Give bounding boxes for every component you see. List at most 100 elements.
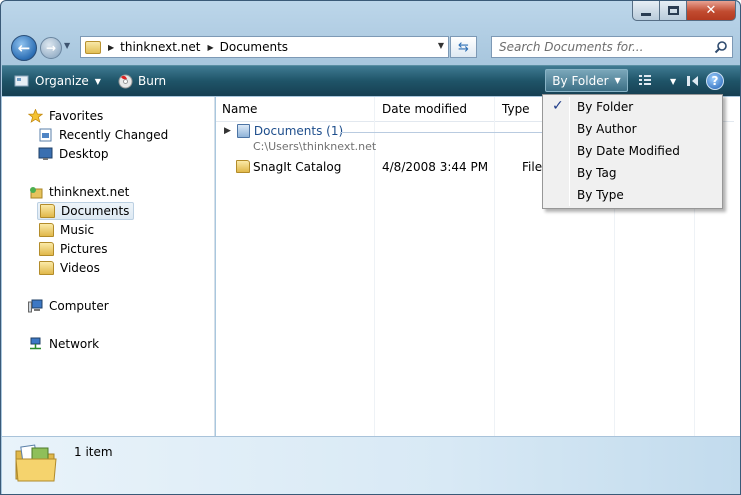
- title-bar: ✕: [1, 1, 740, 29]
- search-icon[interactable]: [714, 40, 728, 54]
- nav-desktop-label: Desktop: [59, 147, 109, 161]
- close-button[interactable]: ✕: [686, 1, 736, 21]
- organize-icon: [14, 75, 29, 87]
- menu-item-by-folder[interactable]: ✓ By Folder: [545, 96, 720, 118]
- nav-pictures-label: Pictures: [60, 242, 108, 256]
- folder-icon: [85, 40, 101, 54]
- nav-pictures[interactable]: Pictures: [39, 240, 108, 258]
- organize-button[interactable]: Organize ▼: [8, 70, 107, 92]
- nav-documents-label: Documents: [61, 204, 130, 218]
- computer-icon: [28, 299, 43, 313]
- column-divider: [494, 97, 495, 436]
- row-date-modified: 4/8/2008 3:44 PM: [382, 160, 489, 174]
- music-folder-icon: [39, 223, 54, 237]
- breadcrumb-user[interactable]: thinknext.net: [120, 40, 200, 54]
- documents-folder-icon: [40, 204, 55, 218]
- search-box[interactable]: [491, 36, 733, 58]
- burn-label: Burn: [138, 74, 167, 88]
- minimize-icon: [641, 13, 651, 16]
- nav-desktop[interactable]: Desktop: [38, 145, 109, 163]
- explorer-window: ✕ ← → ▼ ▶ thinknext.net ▶ Documents ▼ ⇆ …: [0, 0, 741, 495]
- recent-pages-dropdown[interactable]: ▼: [64, 41, 70, 50]
- nav-user-folder[interactable]: thinknext.net: [28, 183, 129, 201]
- menu-item-label: By Type: [577, 188, 624, 202]
- nav-recently-changed-label: Recently Changed: [59, 128, 169, 142]
- address-dropdown-icon[interactable]: ▼: [438, 41, 444, 50]
- back-arrow-icon: ←: [17, 39, 31, 57]
- views-dropdown[interactable]: ▼: [658, 70, 682, 92]
- network-icon: [30, 337, 41, 350]
- documents-stack-icon: [236, 124, 250, 138]
- nav-computer-label: Computer: [49, 299, 109, 313]
- search-input[interactable]: [492, 40, 702, 54]
- forward-button[interactable]: →: [40, 37, 62, 59]
- nav-network[interactable]: Network: [28, 335, 99, 353]
- burn-disc-icon: [118, 74, 133, 88]
- menu-item-label: By Tag: [577, 166, 617, 180]
- breadcrumb-chevron-icon[interactable]: ▶: [207, 43, 213, 52]
- views-icon: [639, 75, 651, 85]
- help-icon: ?: [711, 74, 719, 88]
- star-icon: [28, 109, 43, 123]
- folder-icon: [236, 160, 250, 173]
- details-pane: 1 item: [2, 436, 740, 494]
- column-header-date-modified[interactable]: Date modified: [382, 102, 467, 116]
- nav-documents[interactable]: Documents: [37, 202, 135, 220]
- menu-item-label: By Folder: [577, 100, 634, 114]
- arrange-by-dropdown-icon: ▼: [614, 76, 621, 85]
- nav-videos[interactable]: Videos: [39, 259, 100, 277]
- navigation-pane: Favorites Recently Changed Desktop think…: [2, 97, 215, 436]
- user-folder-icon: [30, 187, 43, 199]
- menu-item-label: By Date Modified: [577, 144, 680, 158]
- nav-music[interactable]: Music: [39, 221, 94, 239]
- group-title: Documents (1): [253, 124, 344, 138]
- preview-pane-button[interactable]: [680, 70, 707, 92]
- maximize-button[interactable]: [659, 1, 687, 21]
- organize-label: Organize: [35, 74, 89, 88]
- group-path: C:\Users\thinknext.net: [253, 140, 377, 153]
- menu-item-by-author[interactable]: By Author: [545, 118, 720, 140]
- forward-arrow-icon: →: [45, 41, 57, 55]
- menu-item-by-date-modified[interactable]: By Date Modified: [545, 140, 720, 162]
- group-header[interactable]: ▶ Documents (1): [224, 124, 343, 138]
- views-dropdown-icon: ▼: [670, 76, 677, 86]
- expand-arrow-icon[interactable]: ▶: [224, 126, 231, 136]
- recently-changed-icon: [39, 128, 52, 142]
- command-bar: Organize ▼ Burn By Folder ▼ ▼ ?: [2, 65, 740, 96]
- column-header-name[interactable]: Name: [222, 102, 257, 116]
- burn-button[interactable]: Burn: [112, 70, 172, 92]
- close-icon: ✕: [705, 3, 717, 18]
- menu-item-by-tag[interactable]: By Tag: [545, 162, 720, 184]
- breadcrumb-chevron-icon[interactable]: ▶: [108, 43, 114, 52]
- preview-pane-icon: [687, 76, 698, 86]
- videos-folder-icon: [39, 261, 54, 275]
- nav-computer[interactable]: Computer: [28, 297, 109, 315]
- nav-network-label: Network: [49, 337, 100, 351]
- address-bar[interactable]: ▶ thinknext.net ▶ Documents ▼: [80, 36, 449, 58]
- breadcrumb-documents[interactable]: Documents: [220, 40, 288, 54]
- nav-favorites[interactable]: Favorites: [28, 107, 103, 125]
- menu-item-label: By Author: [577, 122, 637, 136]
- minimize-button[interactable]: [632, 1, 660, 21]
- check-icon: ✓: [552, 98, 564, 114]
- nav-music-label: Music: [60, 223, 95, 237]
- documents-folder-icon: [15, 444, 57, 482]
- nav-favorites-label: Favorites: [49, 109, 104, 123]
- item-count: 1 item: [74, 445, 113, 459]
- back-button[interactable]: ←: [11, 35, 37, 61]
- column-header-type[interactable]: Type: [502, 102, 530, 116]
- arrange-by-label: By Folder: [552, 73, 609, 88]
- nav-user-label: thinknext.net: [49, 185, 130, 199]
- refresh-icon: ⇆: [458, 39, 469, 55]
- nav-recently-changed[interactable]: Recently Changed: [38, 126, 168, 144]
- menu-item-by-type[interactable]: By Type: [545, 184, 720, 206]
- organize-dropdown-icon: ▼: [94, 76, 101, 86]
- arrange-by-menu: ✓ By Folder By Author By Date Modified B…: [542, 94, 723, 209]
- views-button[interactable]: [632, 70, 658, 92]
- row-name: SnagIt Catalog: [253, 160, 342, 174]
- vertical-scrollbar[interactable]: [734, 97, 740, 436]
- help-button[interactable]: ?: [706, 72, 724, 90]
- refresh-button[interactable]: ⇆: [450, 36, 477, 58]
- maximize-icon: [667, 6, 679, 15]
- arrange-by-button[interactable]: By Folder ▼: [545, 69, 628, 92]
